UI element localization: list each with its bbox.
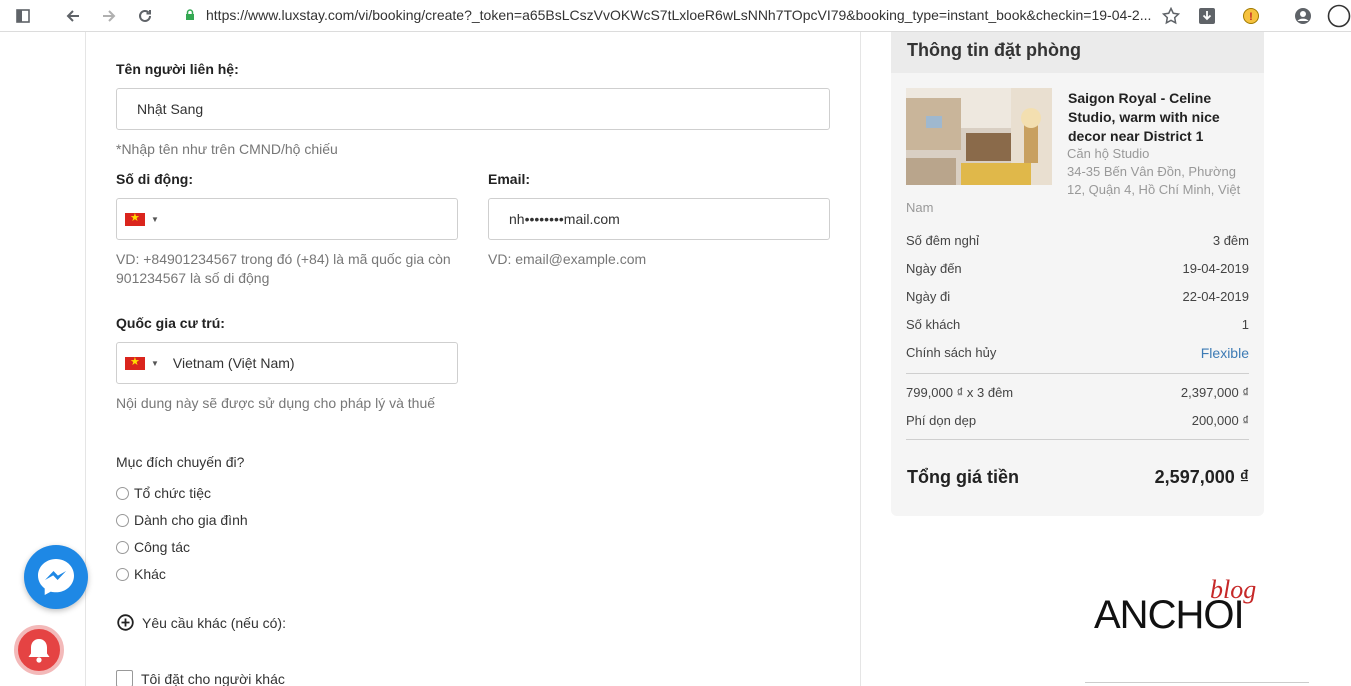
email-input[interactable]: nh••••••••mail.com (488, 198, 830, 240)
purpose-option-other[interactable]: Khác (116, 566, 166, 582)
row-value: 1 (1241, 317, 1249, 332)
content-mid-border (860, 32, 861, 686)
row-value: 19-04-2019 (1182, 261, 1250, 276)
window-icon[interactable] (12, 5, 34, 27)
property-address: 34-35 Bến Vân Đồn, Phường 12, Quận 4, Hồ… (1067, 164, 1241, 197)
back-icon[interactable] (62, 5, 84, 27)
mobile-hint-line2: 901234567 là số di động (116, 270, 270, 286)
book-for-other-label: Tôi đặt cho người khác (141, 670, 285, 686)
url-text: https://www.luxstay.com/vi/booking/creat… (206, 7, 1152, 23)
mobile-input[interactable]: ▼ (116, 198, 458, 240)
purpose-option-label: Công tác (134, 539, 191, 555)
checkout-row: Ngày đi 22-04-2019 (906, 289, 1249, 304)
checkin-row: Ngày đến 19-04-2019 (906, 261, 1249, 276)
property-type: Căn hộ Studio (1067, 146, 1150, 161)
cleaning-fee-row: Phí dọn dẹp 200,000 ₫ (906, 413, 1249, 428)
cancellation-policy-row: Chính sách hủy Flexible (906, 345, 1249, 361)
row-value: 22-04-2019 (1182, 289, 1250, 304)
row-label: 799,000 ₫ x 3 đêm (906, 385, 1014, 400)
notification-bell-button[interactable] (14, 625, 64, 675)
address-bar[interactable]: https://www.luxstay.com/vi/booking/creat… (178, 2, 1158, 28)
other-request-toggle[interactable]: Yêu cầu khác (nếu có): (117, 614, 286, 631)
row-value: 200,000 ₫ (1191, 413, 1249, 428)
row-label: Chính sách hủy (906, 345, 997, 360)
row-value: 2,397,000 ₫ (1180, 385, 1249, 400)
contact-name-value: Nhật Sang (137, 101, 204, 117)
cancellation-policy-link[interactable]: Flexible (1201, 345, 1249, 361)
booking-summary-panel: Thông tin đặt phòng Saigon Royal - Celin… (891, 32, 1264, 516)
divider (906, 373, 1249, 374)
nights-row: Số đêm nghỉ 3 đêm (906, 233, 1249, 248)
purpose-option-label: Dành cho gia đình (134, 512, 248, 528)
anchoi-blog-logo: ANCHOI blog (1092, 575, 1312, 638)
plus-circle-icon (117, 614, 134, 631)
purpose-option-label: Khác (134, 566, 166, 582)
row-label: Phí dọn dẹp (906, 413, 977, 428)
contact-name-input[interactable]: Nhật Sang (116, 88, 830, 130)
radio-button[interactable] (116, 567, 129, 581)
footer-divider (1085, 682, 1309, 683)
total-label: Tổng giá tiền (907, 467, 1019, 487)
purpose-option-party[interactable]: Tổ chức tiệc (116, 485, 211, 501)
row-label: Số khách (906, 317, 961, 332)
radio-button[interactable] (116, 486, 129, 500)
property-thumbnail[interactable] (906, 88, 1052, 185)
property-address-tail: Nam (906, 200, 934, 215)
row-label: Ngày đến (906, 261, 962, 276)
nightly-price-row: 799,000 ₫ x 3 đêm 2,397,000 ₫ (906, 385, 1249, 400)
download-icon[interactable] (1196, 5, 1218, 27)
email-value: nh••••••••mail.com (509, 211, 620, 227)
caret-down-icon[interactable]: ▼ (151, 215, 159, 224)
account-icon[interactable] (1292, 5, 1314, 27)
property-name[interactable]: Saigon Royal - Celine Studio, warm with … (1068, 89, 1248, 146)
purpose-label: Mục đích chuyến đi? (116, 454, 245, 470)
row-label: Ngày đi (906, 289, 951, 304)
svg-text:blog: blog (1210, 578, 1256, 604)
contact-name-hint: *Nhập tên như trên CMND/hộ chiếu (116, 141, 338, 157)
caret-down-icon: ▼ (151, 358, 159, 368)
divider (906, 439, 1249, 440)
email-hint: VD: email@example.com (488, 251, 647, 267)
contact-name-label: Tên người liên hệ: (116, 61, 239, 77)
vietnam-flag-icon (125, 355, 145, 370)
bell-icon (28, 639, 50, 663)
svg-text:!: ! (1249, 11, 1253, 23)
lock-icon (186, 9, 194, 20)
row-label: Số đêm nghỉ (906, 233, 979, 248)
mobile-hint-line1: VD: +84901234567 trong đó (+84) là mã qu… (116, 251, 451, 267)
book-for-other-checkbox-row[interactable]: Tôi đặt cho người khác (116, 670, 285, 686)
checkbox[interactable] (116, 670, 133, 686)
purpose-option-business[interactable]: Công tác (116, 539, 190, 555)
purpose-option-family[interactable]: Dành cho gia đình (116, 512, 248, 528)
star-icon[interactable] (1160, 5, 1182, 27)
country-select[interactable]: ▼ Vietnam (Việt Nam) (116, 342, 458, 384)
country-label: Quốc gia cư trú: (116, 315, 225, 331)
country-value: Vietnam (Việt Nam) (172, 355, 295, 371)
email-label: Email: (488, 171, 531, 187)
messenger-chat-button[interactable] (24, 545, 88, 609)
row-value: 3 đêm (1212, 233, 1249, 248)
extension-icon[interactable]: ! (1240, 5, 1262, 27)
radio-button[interactable] (116, 540, 129, 554)
mobile-label: Số di động: (116, 171, 193, 187)
reload-icon[interactable] (134, 5, 156, 27)
other-request-label: Yêu cầu khác (nếu có): (142, 614, 286, 631)
menu-circle-icon[interactable] (1326, 3, 1351, 29)
vietnam-flag-icon[interactable] (125, 211, 145, 226)
purpose-option-label: Tổ chức tiệc (134, 485, 212, 501)
booking-summary-title: Thông tin đặt phòng (907, 40, 1081, 60)
guests-row: Số khách 1 (906, 317, 1249, 332)
radio-button[interactable] (116, 513, 129, 527)
total-value: 2,597,000 ₫ (1154, 467, 1249, 487)
browser-toolbar: https://www.luxstay.com/vi/booking/creat… (0, 0, 1351, 32)
country-hint: Nội dung này sẽ được sử dụng cho pháp lý… (116, 395, 436, 411)
forward-icon[interactable] (98, 5, 120, 27)
messenger-icon (38, 559, 74, 595)
